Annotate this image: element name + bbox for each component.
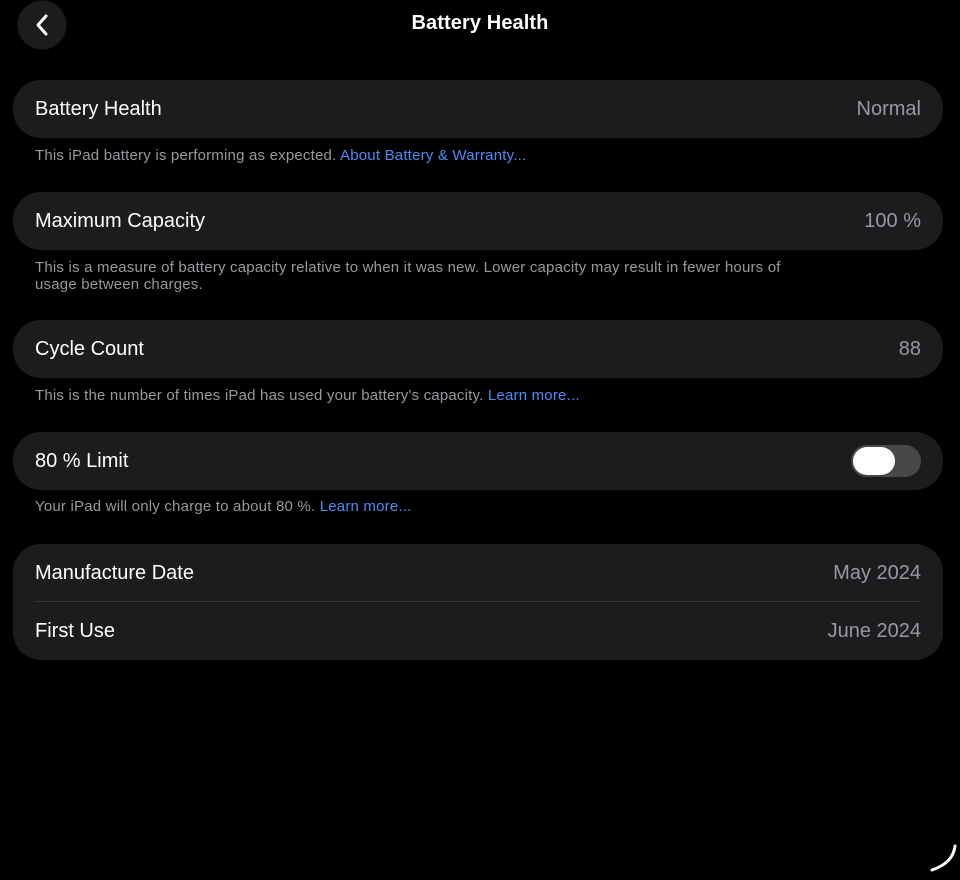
limit-80-row: 80 % Limit xyxy=(13,432,943,490)
maximum-capacity-row: Maximum Capacity 100 % xyxy=(13,192,943,250)
toggle-knob xyxy=(853,447,895,475)
corner-curve-icon xyxy=(928,843,958,878)
cycle-count-value: 88 xyxy=(898,337,921,360)
maximum-capacity-card: Maximum Capacity 100 % xyxy=(13,192,943,250)
battery-health-label: Battery Health xyxy=(35,97,162,120)
battery-health-footnote: This iPad battery is performing as expec… xyxy=(35,147,835,164)
limit-80-footnote-text: Your iPad will only charge to about 80 %… xyxy=(35,498,316,515)
battery-health-value: Normal xyxy=(856,97,921,120)
first-use-label: First Use xyxy=(35,619,115,642)
limit-80-card: 80 % Limit xyxy=(13,432,943,490)
maximum-capacity-value: 100 % xyxy=(864,209,921,232)
limit-80-toggle[interactable] xyxy=(851,445,921,477)
battery-health-row: Battery Health Normal xyxy=(13,80,943,138)
first-use-row: First Use June 2024 xyxy=(13,602,943,660)
maximum-capacity-footnote: This is a measure of battery capacity re… xyxy=(35,259,825,293)
cycle-count-footnote-text: This is the number of times iPad has use… xyxy=(35,387,484,404)
manufacture-date-row: Manufacture Date May 2024 xyxy=(13,544,943,602)
limit-80-learn-more-link[interactable]: Learn more... xyxy=(320,498,412,515)
limit-80-footnote: Your iPad will only charge to about 80 %… xyxy=(35,498,835,515)
first-use-value: June 2024 xyxy=(827,619,921,642)
cycle-count-row: Cycle Count 88 xyxy=(13,320,943,378)
battery-health-footnote-text: This iPad battery is performing as expec… xyxy=(35,147,337,164)
cycle-count-learn-more-link[interactable]: Learn more... xyxy=(488,387,580,404)
maximum-capacity-footnote-text: This is a measure of battery capacity re… xyxy=(35,259,781,293)
cycle-count-footnote: This is the number of times iPad has use… xyxy=(35,387,835,404)
cycle-count-card: Cycle Count 88 xyxy=(13,320,943,378)
manufacture-date-value: May 2024 xyxy=(833,561,921,584)
page-title: Battery Health xyxy=(411,12,549,34)
maximum-capacity-label: Maximum Capacity xyxy=(35,209,206,232)
dates-card: Manufacture Date May 2024 First Use June… xyxy=(13,544,943,660)
manufacture-date-label: Manufacture Date xyxy=(35,561,194,584)
cycle-count-label: Cycle Count xyxy=(35,337,144,360)
limit-80-label: 80 % Limit xyxy=(35,449,129,472)
battery-health-card: Battery Health Normal xyxy=(13,80,943,138)
about-battery-warranty-link[interactable]: About Battery & Warranty... xyxy=(340,147,526,164)
